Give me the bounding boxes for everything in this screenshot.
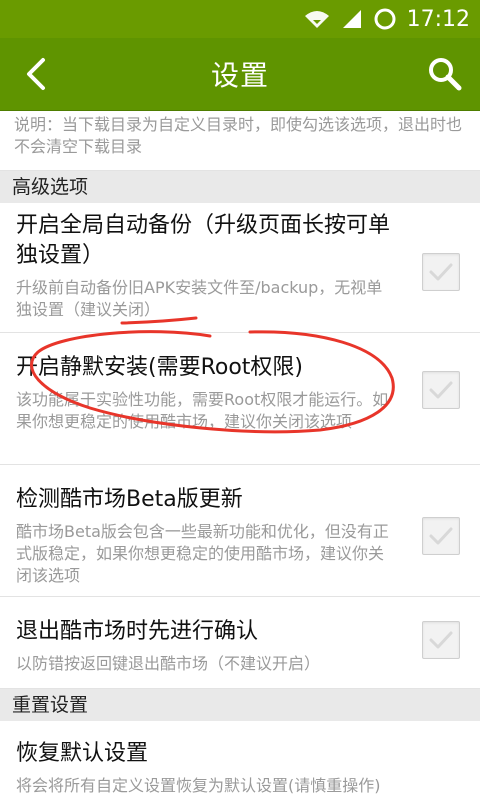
wifi-icon: [304, 11, 329, 28]
global-backup-checkbox[interactable]: [422, 253, 460, 291]
setting-desc: 以防错按返回键退出酷市场（不建议开启）: [16, 654, 321, 673]
status-time: 17:12: [406, 6, 470, 32]
setting-title: 开启全局自动备份（升级页面长按可单独设置）: [16, 213, 391, 268]
setting-reset-defaults[interactable]: 恢复默认设置 将会将所有自定义设置恢复为默认设置(请慎重操作): [0, 721, 480, 800]
loading-icon: [374, 8, 396, 30]
setting-global-backup[interactable]: 开启全局自动备份（升级页面长按可单独设置） 升级前自动备份旧APK安装文件至/b…: [0, 203, 480, 333]
status-bar: 17:12: [0, 0, 480, 38]
check-icon: [429, 527, 453, 545]
download-dir-note: 说明：当下载目录为自定义目录时，即使勾选该选项，退出时也不会清空下载目录: [0, 110, 480, 171]
setting-exit-confirm[interactable]: 退出酷市场时先进行确认 以防错按返回键退出酷市场（不建议开启）: [0, 597, 480, 689]
setting-title: 退出酷市场时先进行确认: [16, 619, 259, 644]
check-icon: [429, 381, 453, 399]
exit-confirm-checkbox[interactable]: [422, 621, 460, 659]
section-header-advanced: 高级选项: [0, 171, 480, 203]
status-icons: 17:12: [303, 6, 470, 32]
settings-list[interactable]: 说明：当下载目录为自定义目录时，即使勾选该选项，退出时也不会清空下载目录 高级选…: [0, 110, 480, 800]
setting-title: 开启静默安装(需要Root权限): [16, 355, 304, 380]
check-icon: [429, 263, 453, 281]
setting-silent-install[interactable]: 开启静默安装(需要Root权限) 该功能属于实验性功能，需要Root权限才能运行…: [0, 333, 480, 465]
setting-desc: 升级前自动备份旧APK安装文件至/backup，无视单独设置（建议关闭）: [16, 278, 383, 319]
page-title: 设置: [210, 59, 269, 92]
app-bar: 设置: [0, 38, 480, 111]
check-icon: [429, 631, 453, 649]
silent-install-checkbox[interactable]: [422, 371, 460, 409]
setting-title: 恢复默认设置: [16, 741, 149, 766]
section-header-reset: 重置设置: [0, 689, 480, 721]
setting-beta-update[interactable]: 检测酷市场Beta版更新 酷市场Beta版会包含一些最新功能和优化，但没有正式版…: [0, 465, 480, 597]
search-icon[interactable]: [424, 54, 464, 94]
setting-title: 检测酷市场Beta版更新: [16, 487, 243, 512]
beta-update-checkbox[interactable]: [422, 517, 460, 555]
signal-icon: [342, 10, 361, 28]
setting-desc: 将会将所有自定义设置恢复为默认设置(请慎重操作): [16, 776, 381, 795]
setting-desc: 酷市场Beta版会包含一些最新功能和优化，但没有正式版稳定，如果你想更稳定的使用…: [16, 522, 389, 585]
setting-desc: 该功能属于实验性功能，需要Root权限才能运行。如果你想更稳定的使用酷市场，建议…: [16, 390, 389, 431]
